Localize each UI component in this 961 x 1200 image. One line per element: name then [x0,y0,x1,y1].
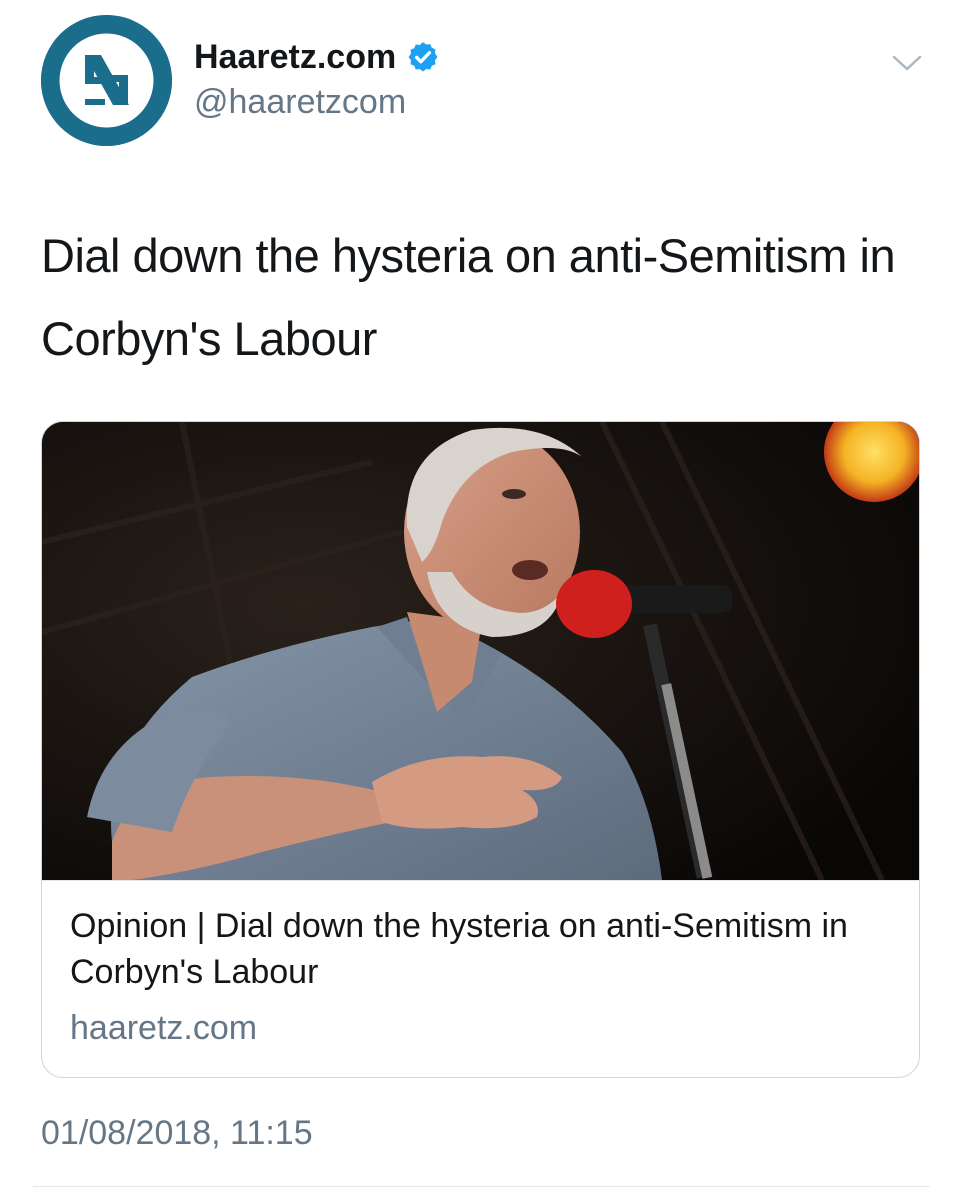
card-image[interactable] [42,422,919,880]
link-card[interactable]: Opinion | Dial down the hysteria on anti… [41,421,920,1078]
photo-man-speaking-at-microphone-icon [42,422,919,880]
tweet-timestamp[interactable]: 01/08/2018, 11:15 [41,1110,313,1156]
author-handle[interactable]: @haaretzcom [194,80,406,124]
author-name-row[interactable]: Haaretz.com [194,35,440,79]
divider [33,1186,930,1187]
card-title[interactable]: Opinion | Dial down the hysteria on anti… [70,903,890,995]
tweet-text: Dial down the hysteria on anti-Semitism … [41,229,896,365]
card-domain[interactable]: haaretz.com [70,1005,257,1051]
haaretz-logo-icon [41,15,172,146]
author-display-name[interactable]: Haaretz.com [194,35,396,79]
avatar[interactable] [41,15,172,146]
chevron-down-icon[interactable] [890,48,924,78]
card-body[interactable]: Opinion | Dial down the hysteria on anti… [42,880,919,1077]
verified-badge-icon [408,42,438,72]
